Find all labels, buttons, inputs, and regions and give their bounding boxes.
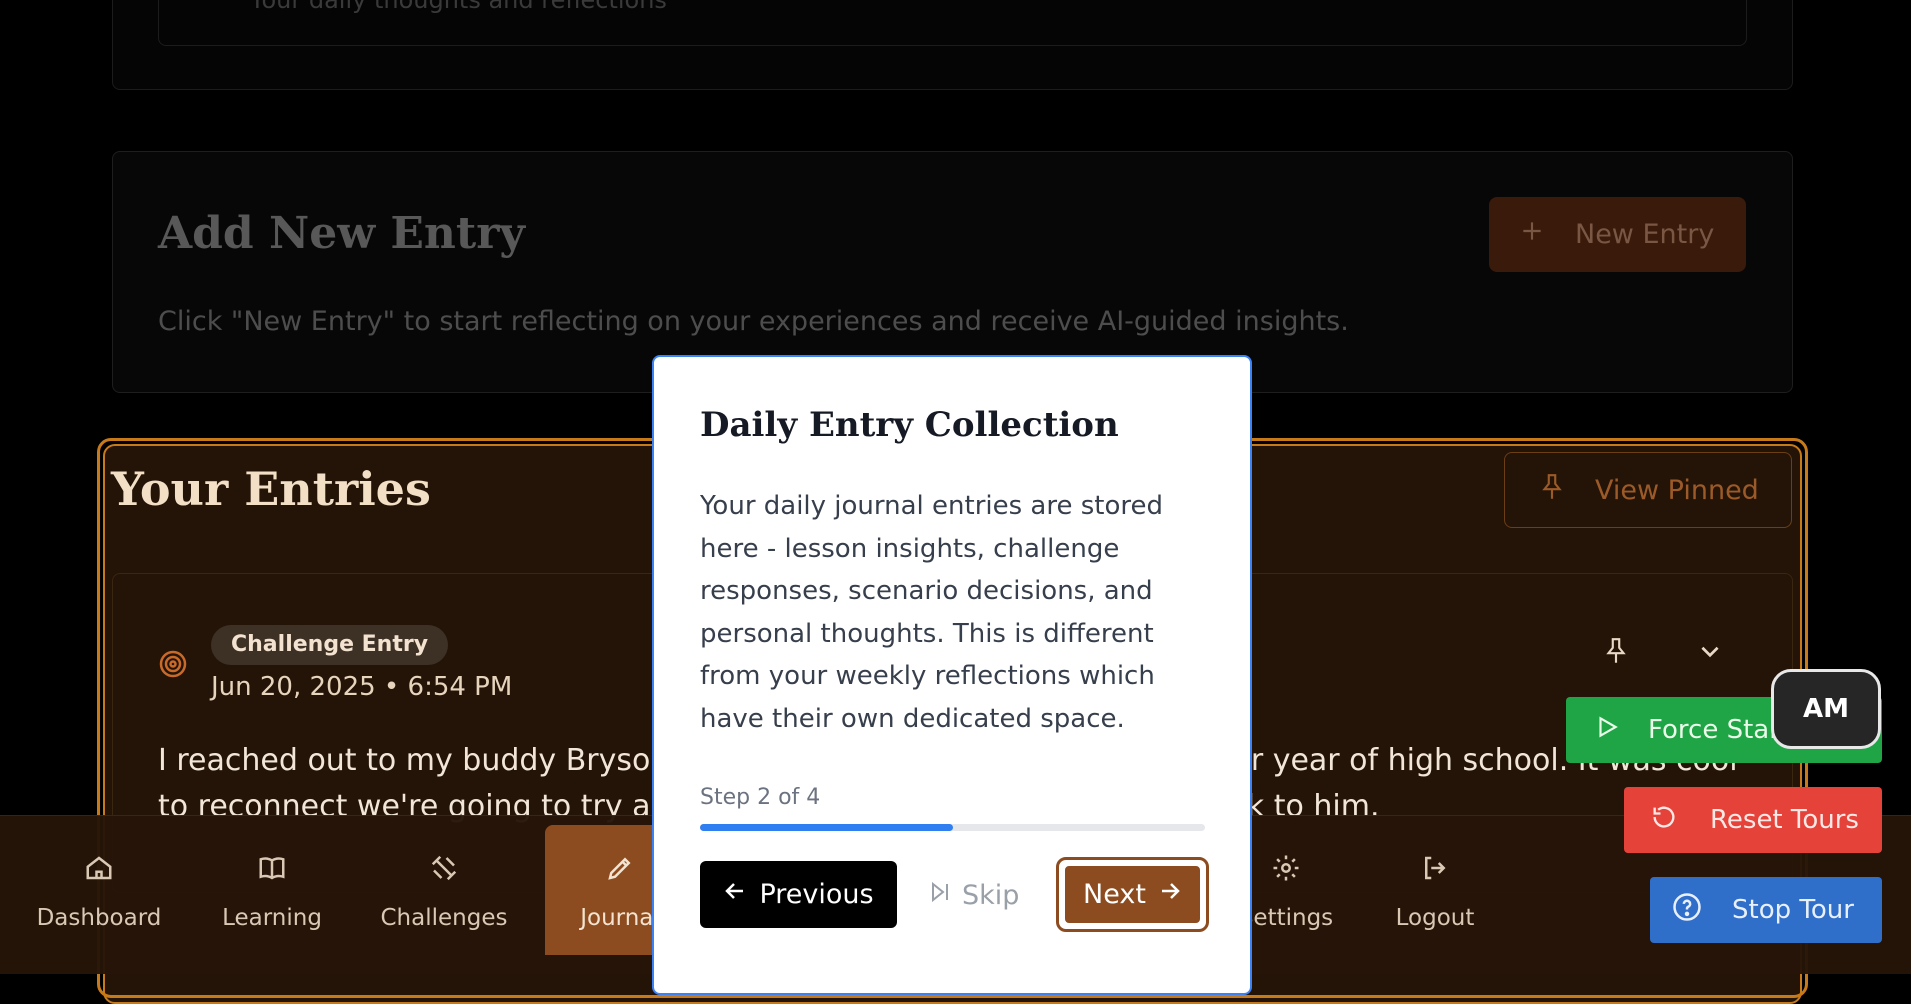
nav-label: Logout [1395,905,1475,931]
nav-label: Dashboard [36,905,162,931]
nav-label: Journal [580,905,660,931]
view-pinned-label: View Pinned [1595,474,1759,506]
next-button[interactable]: Next [1056,857,1209,932]
gear-icon [1271,853,1301,887]
skip-forward-icon [928,880,952,911]
tour-step-label: Step 2 of 4 [700,785,821,810]
nav-label: Settings [1238,905,1334,931]
force-start-label: Force Start [1648,715,1791,745]
view-pinned-button[interactable]: View Pinned [1504,452,1792,528]
next-button-inner[interactable]: Next [1063,864,1202,925]
help-circle-icon [1672,892,1702,929]
tour-progress-fill [700,824,953,831]
pen-icon [605,853,635,887]
arrow-right-icon [1158,879,1182,910]
add-entry-description: Click "New Entry" to start reflecting on… [158,306,1349,337]
logout-icon [1420,853,1450,887]
arrow-left-icon [723,879,747,910]
nav-item-dashboard[interactable]: Dashboard [24,825,174,955]
entries-title: Your Entries [111,462,431,516]
previous-label: Previous [759,879,874,910]
target-icon [158,649,188,683]
entry-date: Jun 20, 2025 • 6:54 PM [211,672,513,702]
skip-label: Skip [962,879,1020,911]
play-icon [1594,714,1620,747]
reset-tours-button[interactable]: Reset Tours [1624,787,1882,853]
nav-label: Learning [222,905,322,931]
nav-item-challenges[interactable]: Challenges [369,825,519,955]
entry-type-badge: Challenge Entry [211,625,449,665]
skip-button[interactable]: Skip [928,868,1019,922]
dumbbell-icon [429,853,459,887]
nav-item-learning[interactable]: Learning [197,825,347,955]
journal-subtitle: Your daily thoughts and reflections [250,0,667,14]
new-entry-label: New Entry [1575,219,1715,250]
tour-modal-title: Daily Entry Collection [700,405,1119,445]
home-icon [84,853,114,887]
book-icon [257,853,287,887]
avatar[interactable]: AM [1771,669,1881,749]
new-entry-button[interactable]: New Entry [1489,197,1746,272]
pin-entry-icon[interactable] [1603,636,1629,670]
chevron-down-icon[interactable] [1697,640,1723,666]
pin-icon [1539,472,1565,509]
plus-icon [1519,218,1545,251]
stop-tour-button[interactable]: Stop Tour [1650,877,1882,943]
next-label: Next [1083,879,1146,910]
nav-item-logout[interactable]: Logout [1360,825,1510,955]
reset-icon [1650,803,1678,838]
nav-label: Challenges [380,905,508,931]
add-entry-title: Add New Entry [158,208,525,259]
tour-modal-body: Your daily journal entries are stored he… [700,491,1164,734]
stop-tour-label: Stop Tour [1732,895,1854,925]
reset-tours-label: Reset Tours [1710,805,1859,835]
previous-button[interactable]: Previous [700,861,897,928]
